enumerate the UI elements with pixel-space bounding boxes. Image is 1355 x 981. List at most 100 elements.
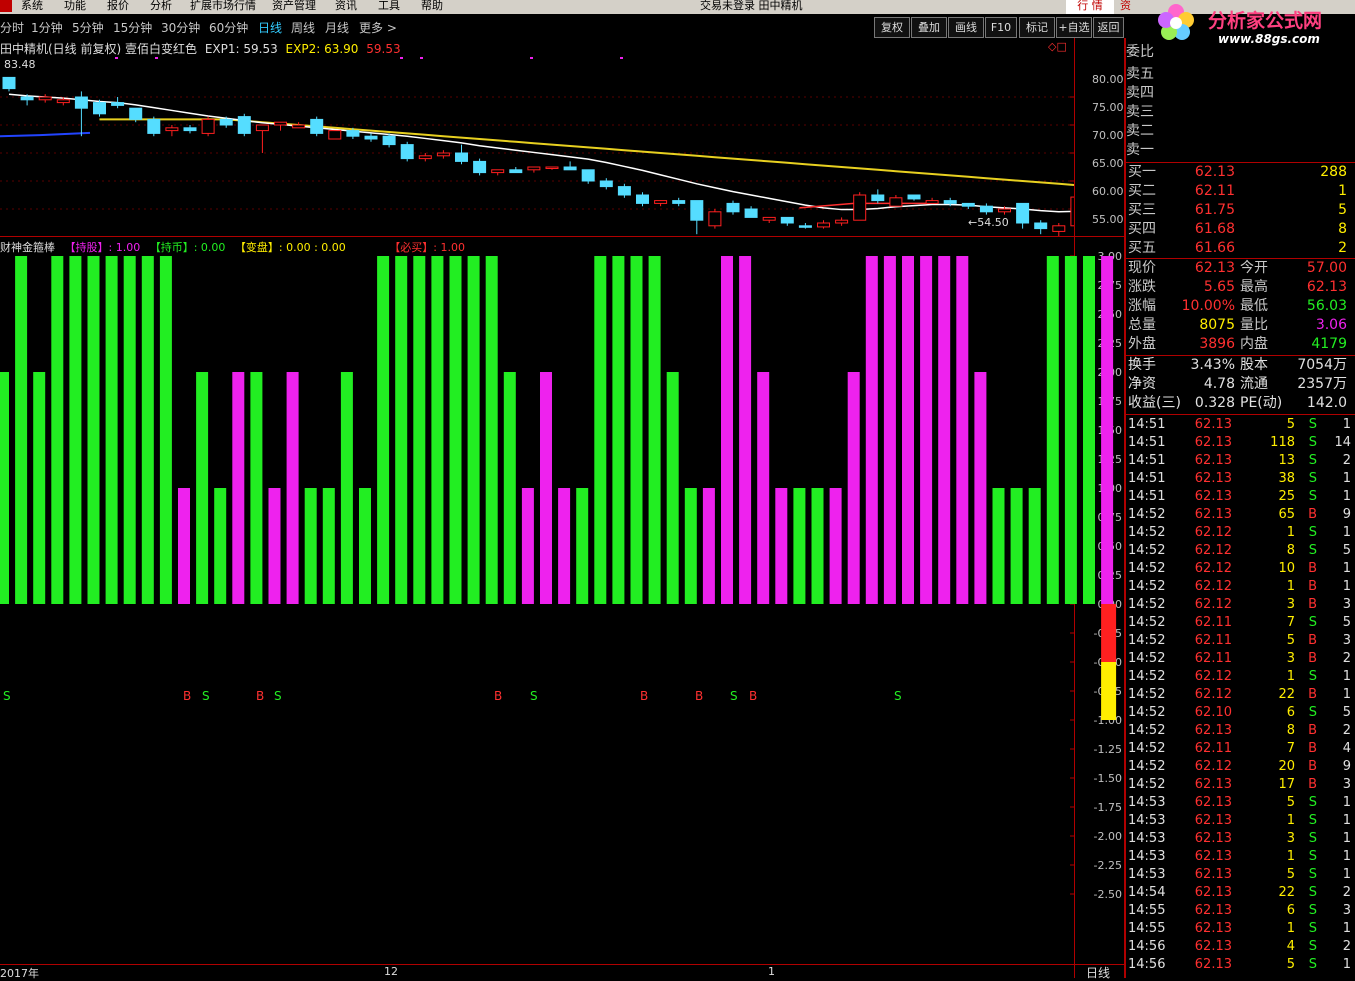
axis-year-label: 2017年 — [0, 967, 39, 980]
period-weekly[interactable]: 周线 — [291, 19, 315, 36]
tick-price: 62.13 — [1194, 723, 1232, 738]
period-indicator[interactable]: 日线 — [1086, 964, 1110, 981]
menu-system[interactable]: 系统 — [21, 0, 43, 12]
tick-volume: 17 — [1278, 777, 1295, 792]
overlay-button[interactable]: 叠加 — [911, 17, 947, 38]
sell-level-label: 卖五 — [1126, 66, 1154, 82]
period-1min[interactable]: 1分钟 — [31, 19, 63, 36]
tick-time: 14:56 — [1128, 957, 1166, 972]
bs-signal-mark: S — [730, 689, 738, 703]
candle-body — [835, 219, 849, 224]
menu-analysis[interactable]: 分析 — [150, 0, 172, 12]
trade-tick-row: 14:51 62.13 13 S 2 — [1126, 452, 1355, 470]
stat-label: 今开 — [1240, 260, 1268, 276]
tick-time: 14:51 — [1128, 489, 1166, 504]
stat-label: 涨跌 — [1128, 279, 1156, 295]
period-monthly[interactable]: 月线 — [325, 19, 349, 36]
indicator-bar — [521, 488, 534, 604]
period-5min[interactable]: 5分钟 — [72, 19, 104, 36]
tick-side: B — [1308, 741, 1317, 756]
menu-news[interactable]: 资讯 — [335, 0, 357, 12]
tick-time: 14:52 — [1128, 561, 1166, 576]
mark-button[interactable]: 标记 — [1019, 17, 1055, 38]
tick-count: 14 — [1334, 435, 1351, 450]
stat-label: 股本 — [1240, 357, 1268, 373]
menu-help[interactable]: 帮助 — [421, 0, 443, 12]
indicator-bar — [630, 256, 643, 604]
quote-panel: 委比 卖五 卖四 卖三 卖二 卖一 买一 62.13 288 买二 62.11 1 买三 61.75 5 买四… — [1126, 38, 1355, 978]
indicator-chart[interactable]: 3.002.752.502.252.001.751.501.251.000.75… — [0, 238, 1124, 964]
menu-extended-market[interactable]: 扩展市场行情 — [190, 0, 256, 12]
back-button[interactable]: 返回 — [1093, 17, 1124, 38]
menu-asset-management[interactable]: 资产管理 — [272, 0, 316, 12]
tick-count: 3 — [1342, 633, 1351, 648]
tab-market[interactable]: 行 情 — [1066, 0, 1114, 14]
candlestick-chart[interactable] — [0, 38, 1074, 236]
tick-time: 14:51 — [1128, 435, 1166, 450]
candle-body — [129, 107, 143, 120]
trade-tick-row: 14:52 62.11 7 S 5 — [1126, 614, 1355, 632]
candle-body — [310, 118, 324, 134]
period-more[interactable]: 更多 > — [359, 19, 397, 36]
tick-side: S — [1308, 615, 1317, 630]
indicator-bar — [956, 256, 969, 604]
indicator-bar — [1101, 256, 1114, 604]
tick-time: 14:53 — [1128, 795, 1166, 810]
buy-price: 61.75 — [1194, 202, 1235, 218]
buy-price: 61.66 — [1194, 240, 1235, 256]
period-60min[interactable]: 60分钟 — [209, 19, 248, 36]
trade-tick-row: 14:52 62.13 65 B 9 — [1126, 506, 1355, 524]
period-intraday[interactable]: 分时 — [0, 19, 24, 36]
tick-count: 2 — [1342, 651, 1351, 666]
candle-body — [1052, 225, 1066, 232]
add-watchlist-button[interactable]: +自选 — [1056, 17, 1092, 38]
tick-time: 14:52 — [1128, 633, 1166, 648]
stat-value: 62.13 — [1306, 279, 1347, 295]
top-marker — [620, 57, 623, 59]
tick-count: 2 — [1342, 885, 1351, 900]
buy-level-row: 买四 61.68 8 — [1126, 220, 1355, 239]
buy-price: 62.13 — [1194, 164, 1235, 180]
trade-tick-row: 14:52 62.11 7 B 4 — [1126, 740, 1355, 758]
buy-volume: 1 — [1338, 183, 1347, 199]
period-15min[interactable]: 15分钟 — [113, 19, 152, 36]
tick-side: B — [1308, 723, 1317, 738]
trade-tick-row: 14:52 62.12 3 B 3 — [1126, 596, 1355, 614]
indicator-bar — [847, 372, 860, 604]
period-daily[interactable]: 日线 — [258, 19, 282, 36]
tick-time: 14:53 — [1128, 813, 1166, 828]
f10-button[interactable]: F10 — [985, 17, 1017, 38]
candle-body — [346, 130, 360, 137]
indicator-bar — [159, 256, 172, 604]
indicator-bar — [467, 256, 480, 604]
menu-quote[interactable]: 报价 — [107, 0, 129, 12]
candle-body — [38, 96, 52, 101]
tick-count: 5 — [1342, 705, 1351, 720]
tick-side: B — [1308, 759, 1317, 774]
tick-side: B — [1308, 633, 1317, 648]
indicator-bar — [702, 488, 715, 604]
tick-side: S — [1308, 957, 1317, 972]
restore-right-button[interactable]: 复权 — [874, 17, 910, 38]
period-30min[interactable]: 30分钟 — [161, 19, 200, 36]
tick-price: 62.11 — [1194, 615, 1232, 630]
bs-signal-mark: B — [256, 689, 264, 703]
stat-label: 最高 — [1240, 279, 1268, 295]
tick-time: 14:54 — [1128, 885, 1166, 900]
tick-side: S — [1308, 705, 1317, 720]
indicator-bar — [1046, 256, 1059, 604]
tick-side: B — [1308, 687, 1317, 702]
candle-body — [237, 116, 251, 134]
bs-signal-mark: S — [894, 689, 902, 703]
tick-count: 1 — [1342, 921, 1351, 936]
tab-info[interactable]: 资 — [1120, 0, 1131, 12]
trade-tick-row: 14:52 62.11 5 B 3 — [1126, 632, 1355, 650]
tick-price: 62.13 — [1194, 831, 1232, 846]
tick-time: 14:52 — [1128, 615, 1166, 630]
candle-body — [74, 96, 88, 109]
menu-tools[interactable]: 工具 — [378, 0, 400, 12]
menu-function[interactable]: 功能 — [64, 0, 86, 12]
tick-volume: 5 — [1286, 795, 1295, 810]
draw-line-button[interactable]: 画线 — [948, 17, 984, 38]
candle-body — [382, 135, 396, 146]
